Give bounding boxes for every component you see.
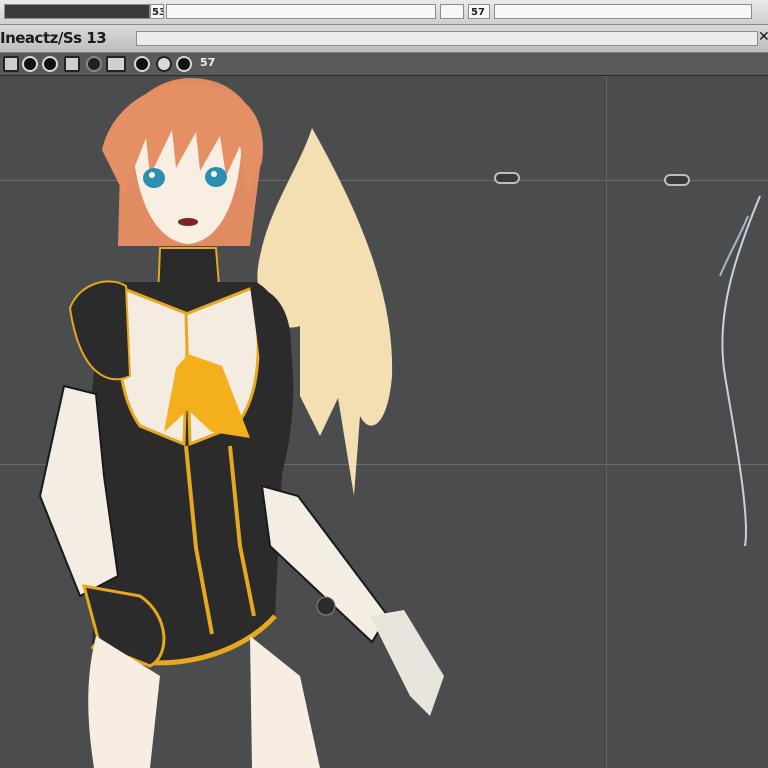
title-field[interactable] (4, 4, 150, 19)
leg-right (250, 636, 320, 768)
menu-bar: Ineactz/Ss 13 ✕ (0, 25, 768, 53)
circle-tool-icon-2[interactable] (42, 56, 58, 72)
mouth (178, 218, 198, 226)
address-field-2[interactable] (440, 4, 464, 19)
toolbar: 57 (0, 53, 768, 76)
eye-shine (211, 171, 217, 177)
eye-right (205, 167, 227, 187)
address-field[interactable] (166, 4, 436, 19)
close-icon[interactable]: ✕ (758, 29, 768, 45)
tool-label: 57 (200, 56, 216, 69)
square-tool-icon[interactable] (64, 56, 80, 72)
pen-tool-icon[interactable] (3, 56, 19, 72)
eye-tool-icon[interactable] (156, 56, 172, 72)
circle-tool-icon[interactable] (22, 56, 38, 72)
shoulder-left (68, 280, 132, 381)
record-icon[interactable] (86, 56, 102, 72)
ornament (316, 596, 336, 616)
app-title: Ineactz/Ss 13 (0, 29, 107, 47)
arm-right (260, 484, 390, 644)
eye-shine (149, 172, 155, 178)
menu-field[interactable] (136, 31, 758, 46)
glove-right (370, 610, 444, 716)
search-field[interactable] (494, 4, 752, 19)
canvas[interactable] (0, 76, 768, 768)
stroke-path (721, 195, 761, 547)
artwork (38, 78, 761, 768)
eye-left (143, 168, 165, 188)
circle-tool-icon-4[interactable] (176, 56, 192, 72)
title-code-2: 57 (468, 4, 490, 19)
circle-tool-icon-3[interactable] (134, 56, 150, 72)
title-code: 53 (150, 4, 164, 19)
frame-tool-icon[interactable] (106, 56, 126, 72)
title-bar: 53 57 (0, 0, 768, 25)
